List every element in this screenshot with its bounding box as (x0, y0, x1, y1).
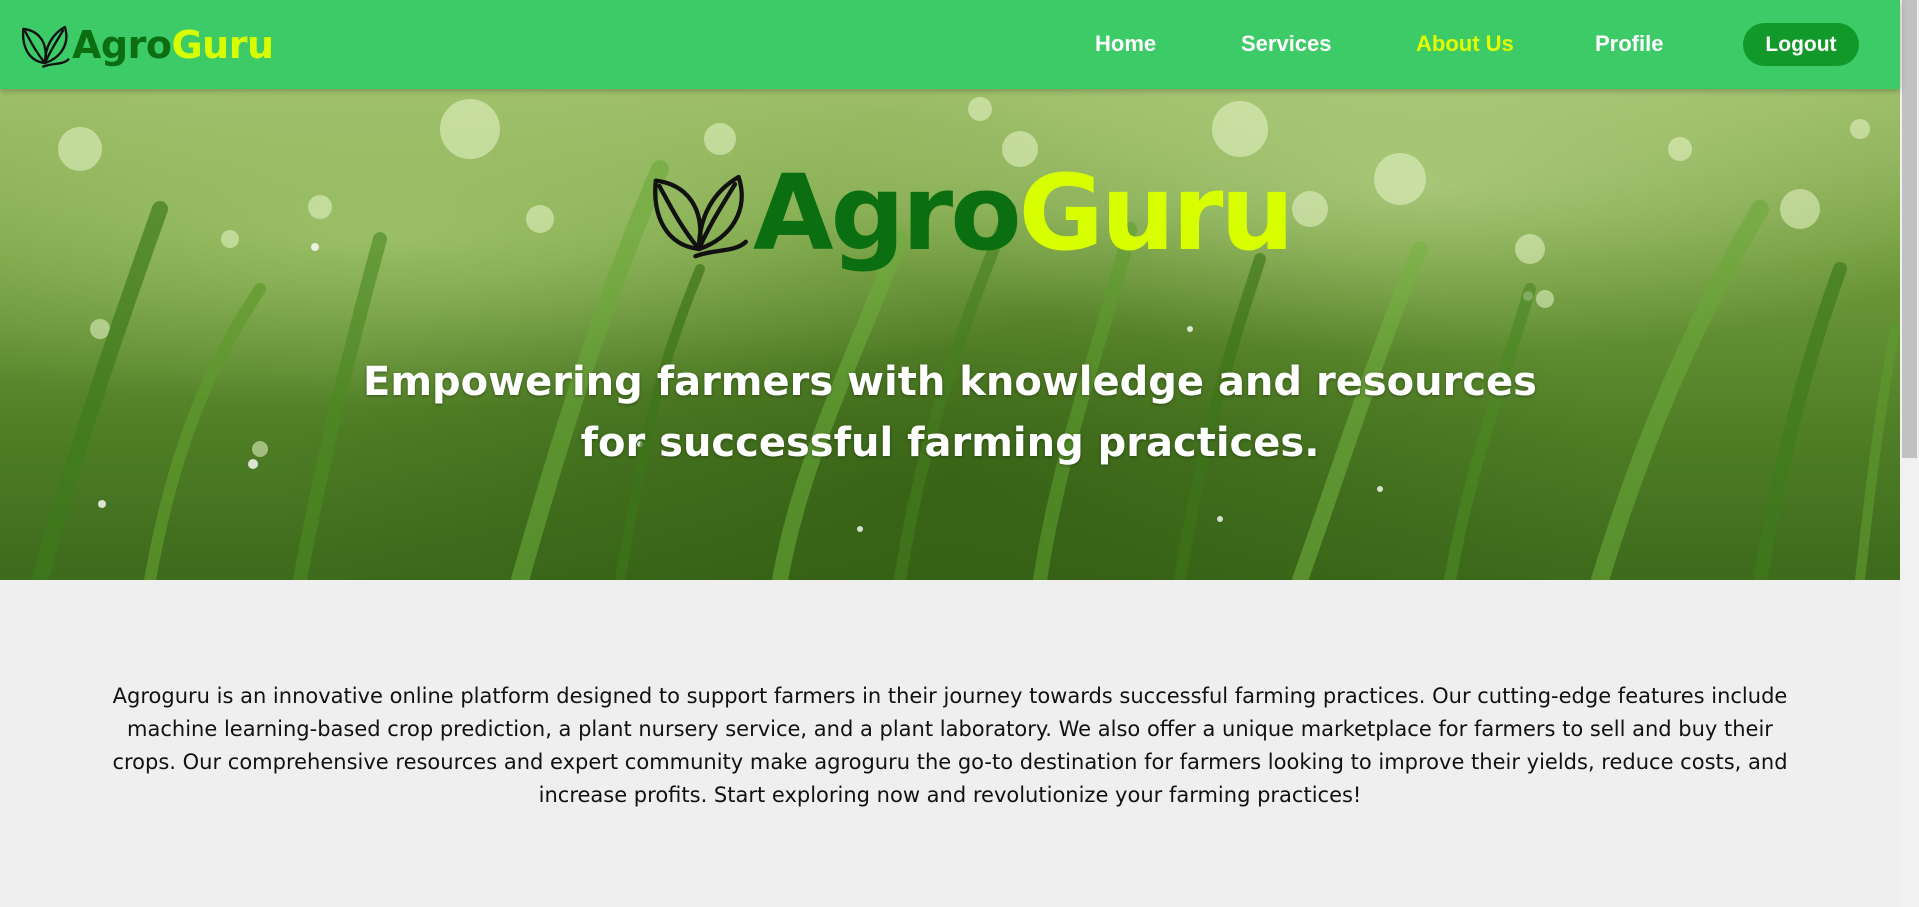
page: AgroGuru Home Services About Us Profile … (0, 0, 1919, 907)
scrollbar-thumb[interactable] (1902, 0, 1917, 458)
leaves-icon (653, 174, 748, 259)
about-description: Agroguru is an innovative online platfor… (112, 684, 1788, 807)
hero-tagline: Empowering farmers with knowledge and re… (363, 359, 1537, 466)
nav-link-profile[interactable]: Profile (1595, 31, 1663, 57)
nav-link-home[interactable]: Home (1095, 31, 1156, 57)
hero-banner: AgroGuru Empowering farmers with knowled… (0, 89, 1900, 580)
hero-logo-guru: Guru (1018, 152, 1295, 274)
navbar: AgroGuru Home Services About Us Profile … (0, 0, 1900, 89)
brand-guru: Guru (171, 23, 274, 67)
brand-text: AgroGuru (72, 26, 274, 64)
hero-logo-text: AgroGuru (753, 161, 1294, 265)
leaves-icon (21, 25, 70, 68)
nav-link-services[interactable]: Services (1241, 31, 1332, 57)
hero-logo-agro: Agro (753, 152, 1022, 274)
logout-button[interactable]: Logout (1743, 23, 1859, 66)
vertical-scrollbar[interactable] (1900, 0, 1919, 907)
brand-logo-link[interactable]: AgroGuru (18, 18, 274, 72)
hero-logo: AgroGuru (645, 159, 1294, 267)
brand-agro: Agro (72, 23, 172, 67)
nav-link-about-us[interactable]: About Us (1416, 31, 1514, 57)
